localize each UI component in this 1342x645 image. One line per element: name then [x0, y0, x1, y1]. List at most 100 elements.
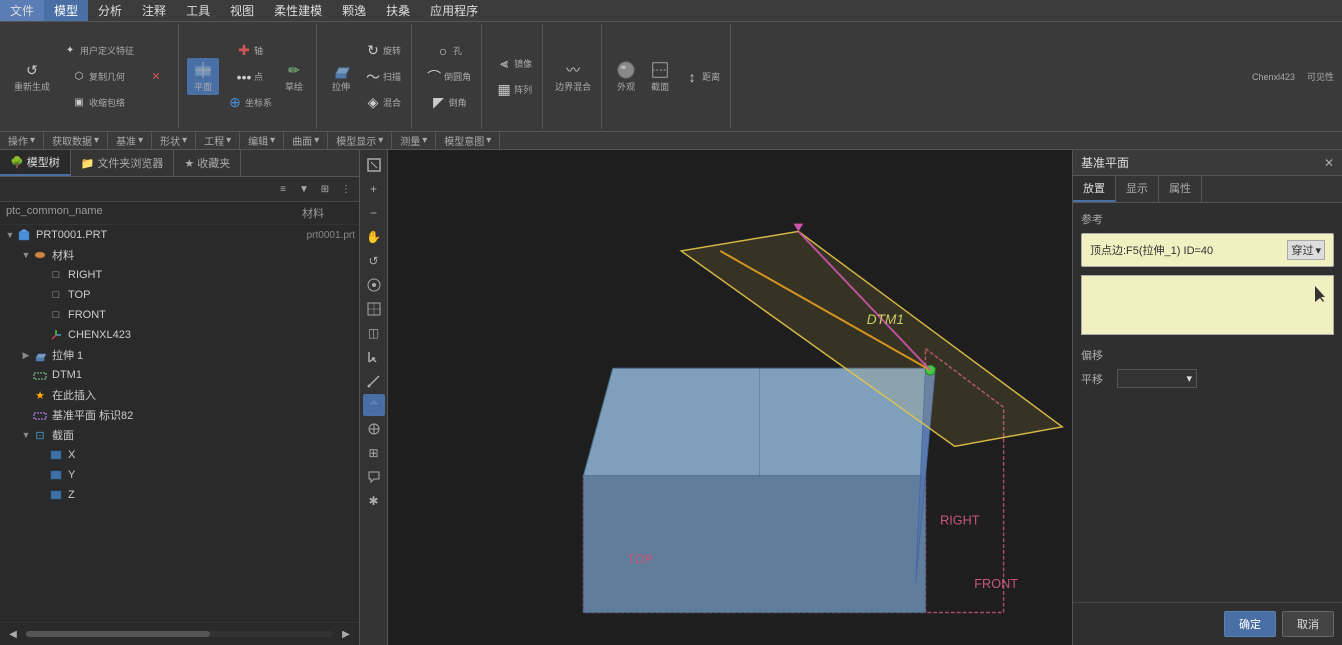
- btn-user-defined[interactable]: ✦ 用户定义特征: [56, 39, 138, 63]
- tree-item-root[interactable]: ▼ PRT0001.PRT prt0001.prt: [0, 225, 359, 245]
- menu-flexible[interactable]: 柔性建模: [264, 0, 332, 21]
- btn-shrinkwrap[interactable]: ▣ 收缩包络: [56, 91, 138, 115]
- menu-tools[interactable]: 工具: [176, 0, 220, 21]
- btn-blend-edges[interactable]: 〰 边界混合: [551, 58, 595, 95]
- section-label-base[interactable]: 基准▾: [108, 132, 152, 149]
- section-label-edit[interactable]: 编辑▾: [240, 132, 284, 149]
- tree-item-top[interactable]: □ TOP: [0, 285, 359, 305]
- vp-btn-pan[interactable]: ✋: [363, 226, 385, 248]
- tab-display[interactable]: 显示: [1116, 176, 1159, 202]
- viewport[interactable]: + − ✋ ↺ ◫: [360, 150, 1072, 645]
- toggle-root[interactable]: ▼: [4, 229, 16, 241]
- close-panel-btn[interactable]: ✕: [1324, 156, 1334, 170]
- btn-mirror[interactable]: ⫷ 镜像: [490, 52, 536, 76]
- vp-btn-zoom-out[interactable]: −: [363, 202, 385, 224]
- ref-additional-area[interactable]: [1081, 275, 1334, 335]
- tree-item-sect-x[interactable]: X: [0, 445, 359, 465]
- vp-btn-select[interactable]: [363, 346, 385, 368]
- menu-file[interactable]: 文件: [0, 0, 44, 21]
- section-label-model-intent[interactable]: 模型意图▾: [436, 132, 500, 149]
- tree-item-material[interactable]: ▼ 材料: [0, 245, 359, 265]
- tree-item-insert[interactable]: ★ 在此插入: [0, 385, 359, 405]
- menu-apps3[interactable]: 应用程序: [420, 0, 488, 21]
- vp-btn-measure[interactable]: [363, 370, 385, 392]
- tree-item-chenxl423[interactable]: CHENXL423: [0, 325, 359, 345]
- reference-box[interactable]: 顶点边:F5(拉伸_1) ID=40 穿过 ▾: [1081, 233, 1334, 267]
- vp-btn-datum[interactable]: ◫: [363, 322, 385, 344]
- section-label-surface[interactable]: 曲面▾: [284, 132, 328, 149]
- section-label-shape[interactable]: 形状▾: [152, 132, 196, 149]
- tree-btn-more[interactable]: ⋮: [337, 180, 355, 198]
- btn-blend[interactable]: ◈ 混合: [359, 91, 405, 115]
- tree-item-extrude1[interactable]: ▶ 拉伸 1: [0, 345, 359, 365]
- vp-btn-view[interactable]: [363, 274, 385, 296]
- scroll-right[interactable]: ▶: [337, 625, 355, 643]
- translation-dropdown[interactable]: ▾: [1117, 369, 1197, 388]
- toggle-extrude1[interactable]: ▶: [20, 349, 32, 361]
- tree-item-dtm1[interactable]: DTM1: [0, 365, 359, 385]
- tree-label-section: 截面: [52, 427, 355, 443]
- btn-x[interactable]: ✕: [140, 65, 172, 89]
- tree-item-datum[interactable]: 基准平面 标识82: [0, 405, 359, 425]
- tree-item-right[interactable]: □ RIGHT: [0, 265, 359, 285]
- tab-placement[interactable]: 放置: [1073, 176, 1116, 202]
- tab-visibility[interactable]: 可见性: [1303, 68, 1338, 85]
- tab-chenxl423[interactable]: Chenxl423: [1248, 70, 1299, 84]
- btn-pattern[interactable]: ▦ 阵列: [490, 78, 536, 102]
- vp-btn-anno[interactable]: [363, 466, 385, 488]
- btn-fillet[interactable]: ⌒ 倒圆角: [420, 65, 475, 89]
- vp-btn-xform[interactable]: [363, 418, 385, 440]
- btn-revolve[interactable]: ↻ 旋转: [359, 39, 405, 63]
- section-label-operations[interactable]: 操作▾: [0, 132, 44, 149]
- btn-appearance[interactable]: 外观: [610, 58, 642, 95]
- vp-btn-snap[interactable]: ✱: [363, 490, 385, 512]
- btn-axis[interactable]: ✚ 轴: [221, 39, 276, 63]
- section-label-engineering[interactable]: 工程▾: [196, 132, 240, 149]
- section-label-measurement[interactable]: 测量▾: [392, 132, 436, 149]
- menu-analysis[interactable]: 分析: [88, 0, 132, 21]
- btn-point[interactable]: ••• 点: [221, 65, 276, 89]
- tree-item-sect-y[interactable]: Y: [0, 465, 359, 485]
- menu-annotation[interactable]: 注释: [132, 0, 176, 21]
- tab-favorites[interactable]: ★ 收藏夹: [174, 150, 241, 176]
- tree-item-front[interactable]: □ FRONT: [0, 305, 359, 325]
- confirm-button[interactable]: 确定: [1224, 611, 1276, 637]
- menu-view[interactable]: 视图: [220, 0, 264, 21]
- btn-plane[interactable]: 平面: [187, 58, 219, 95]
- toggle-section[interactable]: ▼: [20, 429, 32, 441]
- btn-regenerate[interactable]: ↺ 重新生成: [10, 58, 54, 95]
- btn-section-view[interactable]: 截面: [644, 58, 676, 95]
- menu-apps1[interactable]: 颗逸: [332, 0, 376, 21]
- vp-btn-zoom-in[interactable]: +: [363, 178, 385, 200]
- tab-properties[interactable]: 属性: [1159, 176, 1202, 202]
- menu-model[interactable]: 模型: [44, 0, 88, 21]
- tree-btn-filter[interactable]: ▼: [295, 180, 313, 198]
- tree-item-sect-z[interactable]: Z: [0, 485, 359, 505]
- vp-btn-zoom-fit[interactable]: [363, 154, 385, 176]
- vp-btn-active[interactable]: [363, 394, 385, 416]
- vp-btn-rotate[interactable]: ↺: [363, 250, 385, 272]
- btn-sketch[interactable]: ✏ 草绘: [278, 58, 310, 95]
- tab-model-tree[interactable]: 🌳 模型树: [0, 150, 71, 176]
- cancel-button[interactable]: 取消: [1282, 611, 1334, 637]
- btn-hole[interactable]: ○ 孔: [420, 39, 475, 63]
- scroll-left[interactable]: ◀: [4, 625, 22, 643]
- vp-btn-constraint[interactable]: ⊞: [363, 442, 385, 464]
- btn-chamfer[interactable]: ◤ 倒角: [420, 91, 475, 115]
- btn-distance[interactable]: ↕ 距离: [678, 65, 724, 89]
- tab-file-browser[interactable]: 📁 文件夹浏览器: [71, 150, 175, 176]
- section-label-get-data[interactable]: 获取数据▾: [44, 132, 108, 149]
- tree-btn-sort[interactable]: ≡: [274, 180, 292, 198]
- tree-btn-columns[interactable]: ⊞: [316, 180, 334, 198]
- toggle-material[interactable]: ▼: [20, 249, 32, 261]
- menu-apps2[interactable]: 扶桑: [376, 0, 420, 21]
- section-label-model-display[interactable]: 模型显示▾: [328, 132, 392, 149]
- btn-extrude[interactable]: 拉伸: [325, 58, 357, 95]
- btn-sweep[interactable]: 〜 扫描: [359, 65, 405, 89]
- btn-copy-geom[interactable]: ⬡ 复制几何: [56, 65, 138, 89]
- btn-csys[interactable]: ⊕ 坐标系: [221, 91, 276, 115]
- horizontal-scrollbar[interactable]: [26, 631, 333, 637]
- tree-item-section[interactable]: ▼ ⊡ 截面: [0, 425, 359, 445]
- constraint-dropdown[interactable]: 穿过 ▾: [1287, 240, 1325, 260]
- vp-btn-wireframe[interactable]: [363, 298, 385, 320]
